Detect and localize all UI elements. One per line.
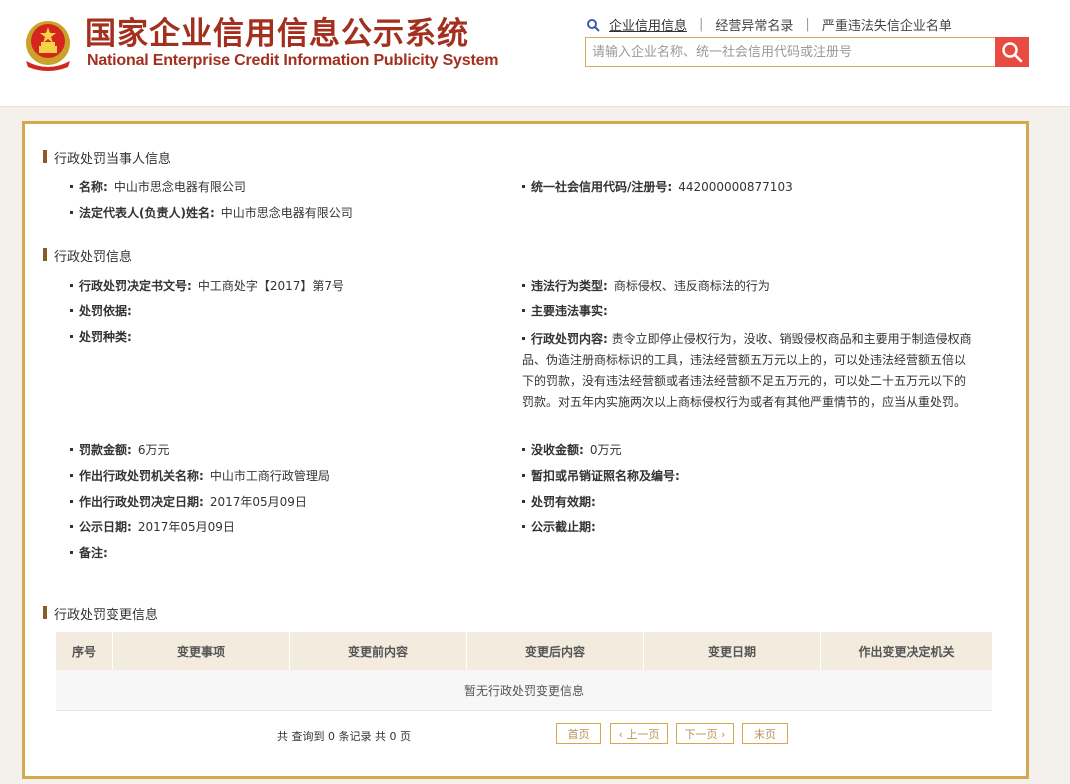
field-decision-doc-no: 行政处罚决定书文号: 中工商处字【2017】第7号 xyxy=(70,278,344,294)
field-name: 名称: 中山市思念电器有限公司 xyxy=(70,179,246,195)
search-icon xyxy=(587,18,600,32)
search-box xyxy=(585,37,1029,67)
field-main-facts: 主要违法事实: xyxy=(522,303,608,319)
field-penalty-basis: 处罚依据: xyxy=(70,303,132,319)
search-icon xyxy=(1002,42,1023,63)
site-header: 国家企业信用信息公示系统 National Enterprise Credit … xyxy=(0,0,1070,107)
field-credit-code: 统一社会信用代码/注册号: 442000000877103 xyxy=(522,179,793,195)
field-authority: 作出行政处罚机关名称: 中山市工商行政管理局 xyxy=(70,468,330,484)
field-remark: 备注: xyxy=(70,545,108,561)
section-title-changes: 行政处罚变更信息 xyxy=(42,604,158,623)
nav-serious-violation-list[interactable]: 严重违法失信企业名单 xyxy=(822,15,952,34)
field-confiscation-amount: 没收金额: 0万元 xyxy=(522,442,621,458)
field-penalty-kind: 处罚种类: xyxy=(70,329,132,345)
table-row: 暂无行政处罚变更信息 xyxy=(56,670,992,711)
section-title-penalty: 行政处罚信息 xyxy=(42,246,132,265)
site-title-en: National Enterprise Credit Information P… xyxy=(87,52,499,69)
field-violation-type: 违法行为类型: 商标侵权、违反商标法的行为 xyxy=(522,278,770,294)
field-fine-amount: 罚款金额: 6万元 xyxy=(70,442,169,458)
top-nav: 企业信用信息 | 经营异常名录 | 严重违法失信企业名单 xyxy=(586,15,952,34)
table-header-row: 序号 变更事项 变更前内容 变更后内容 变更日期 作出变更决定机关 xyxy=(56,632,992,670)
col-index: 序号 xyxy=(56,632,113,670)
national-emblem-icon xyxy=(26,21,70,71)
pager-first-button[interactable]: 首页 xyxy=(556,723,601,744)
search-input[interactable] xyxy=(586,38,994,66)
nav-separator: | xyxy=(699,17,704,32)
nav-separator: | xyxy=(805,17,810,32)
field-penalty-content: 行政处罚内容: 责令立即停止侵权行为，没收、销毁侵权商品和主要用于制造侵权商品、… xyxy=(522,332,972,409)
site-title-cn: 国家企业信用信息公示系统 xyxy=(85,16,469,52)
field-license-revoked: 暂扣或吊销证照名称及编号: xyxy=(522,468,680,484)
field-publicity-date: 公示日期: 2017年05月09日 xyxy=(70,519,235,535)
col-before: 变更前内容 xyxy=(289,632,467,670)
col-change-authority: 作出变更决定机关 xyxy=(820,632,992,670)
detail-panel: 行政处罚当事人信息 名称: 中山市思念电器有限公司 统一社会信用代码/注册号: 44… xyxy=(22,121,1029,779)
col-change-date: 变更日期 xyxy=(643,632,821,670)
changes-table: 序号 变更事项 变更前内容 变更后内容 变更日期 作出变更决定机关 暂无行政处罚… xyxy=(56,632,992,711)
col-after: 变更后内容 xyxy=(466,632,644,670)
col-change-item: 变更事项 xyxy=(112,632,290,670)
pager-last-button[interactable]: 末页 xyxy=(742,723,788,744)
pager-info: 共 查询到 0 条记录 共 0 页 xyxy=(277,730,411,743)
search-button[interactable] xyxy=(995,37,1029,67)
pager-next-button[interactable]: 下一页 › xyxy=(676,723,734,744)
nav-abnormal-list[interactable]: 经营异常名录 xyxy=(715,15,793,34)
field-validity: 处罚有效期: xyxy=(522,494,596,510)
section-title-party: 行政处罚当事人信息 xyxy=(42,148,171,167)
pager-prev-button[interactable]: ‹ 上一页 xyxy=(610,723,668,744)
empty-message: 暂无行政处罚变更信息 xyxy=(56,670,992,711)
field-decision-date: 作出行政处罚决定日期: 2017年05月09日 xyxy=(70,494,307,510)
field-publicity-end: 公示截止期: xyxy=(522,519,596,535)
nav-enterprise-credit[interactable]: 企业信用信息 xyxy=(609,15,687,34)
field-legal-rep: 法定代表人(负责人)姓名: 中山市思念电器有限公司 xyxy=(70,205,353,221)
